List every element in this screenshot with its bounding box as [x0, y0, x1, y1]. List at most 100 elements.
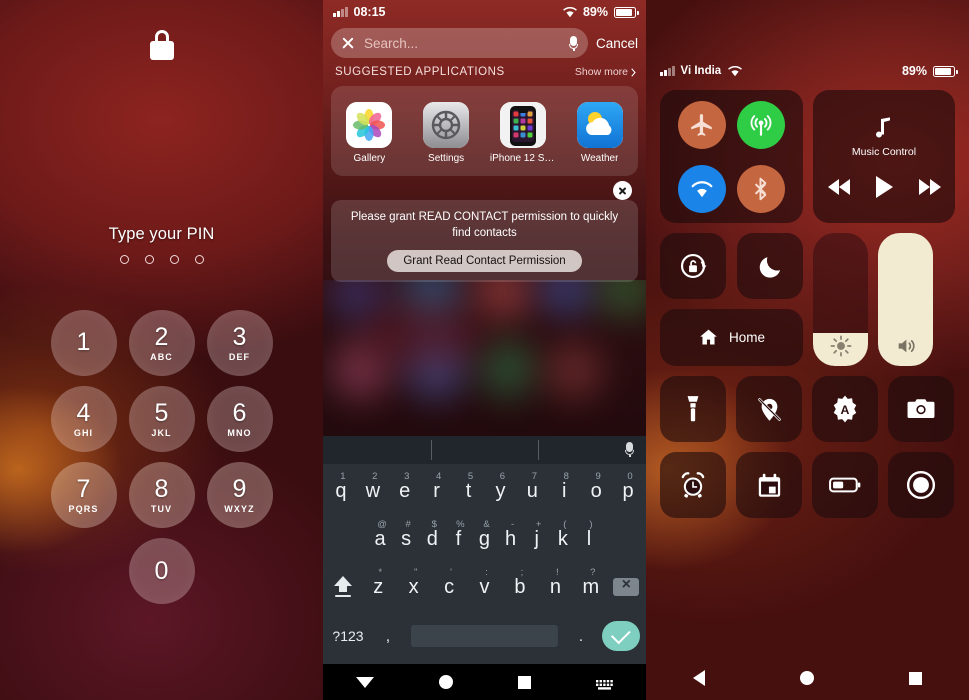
keypad-key-5[interactable]: 5 JKL — [128, 386, 195, 452]
grant-permission-button[interactable]: Grant Read Contact Permission — [387, 250, 582, 273]
calendar-shortcut[interactable] — [736, 452, 802, 518]
keypad-key-1[interactable]: 1 — [50, 310, 117, 376]
pin-keypad[interactable]: 1 2 ABC 3 DEF 4 GHI 5 JKL 6 MNO 7 PQRS 8… — [0, 310, 323, 604]
nav-home-icon[interactable] — [799, 671, 814, 685]
keypad-key-9[interactable]: 9 WXYZ — [206, 462, 273, 528]
app-item-settings[interactable]: Settings — [413, 102, 479, 164]
play-icon[interactable] — [875, 175, 893, 198]
bluetooth-toggle[interactable] — [737, 164, 785, 213]
flashlight-toggle[interactable] — [660, 376, 726, 442]
key-label: b — [514, 576, 526, 598]
key-l[interactable]: ) l — [576, 518, 602, 560]
key-n[interactable]: ! n — [538, 566, 573, 608]
keypad-key-6[interactable]: 6 MNO — [206, 386, 273, 452]
keypad-key-7[interactable]: 7 PQRS — [50, 462, 117, 528]
key-p[interactable]: 0p — [612, 470, 644, 512]
fast-forward-icon[interactable] — [918, 178, 941, 195]
nav-keyboard-icon[interactable] — [596, 677, 614, 690]
key-g[interactable]: & g — [471, 518, 497, 560]
key-j[interactable]: + j — [524, 518, 550, 560]
app-item-weather[interactable]: Weather — [567, 102, 633, 164]
key-x[interactable]: " x — [396, 566, 431, 608]
key-y[interactable]: 6y — [485, 470, 517, 512]
backspace-key[interactable] — [609, 566, 644, 608]
key-k[interactable]: (k — [550, 518, 576, 560]
key-c[interactable]: ' c — [431, 566, 466, 608]
keypad-key-0[interactable]: 0 — [128, 538, 195, 604]
music-control-tile[interactable]: Music Control — [813, 90, 955, 223]
key-sup: 7 — [531, 471, 537, 482]
key-s[interactable]: # s — [393, 518, 419, 560]
key-d[interactable]: $ d — [419, 518, 445, 560]
keypad-key-3[interactable]: 3 DEF — [206, 310, 273, 376]
key-q[interactable]: 1q — [325, 470, 357, 512]
location-toggle[interactable] — [736, 376, 802, 442]
auto-brightness-toggle[interactable]: A — [812, 376, 878, 442]
key-a[interactable]: @ a — [367, 518, 393, 560]
key-r[interactable]: 4r — [421, 470, 453, 512]
enter-key[interactable] — [598, 621, 644, 651]
period-key[interactable]: . — [564, 628, 598, 645]
close-circle-icon[interactable] — [613, 181, 632, 200]
wifi-toggle[interactable] — [678, 164, 726, 213]
suggested-section-header: SUGGESTED APPLICATIONS Show more — [335, 66, 636, 78]
keypad-key-2[interactable]: 2 ABC — [128, 310, 195, 376]
screen-record-button[interactable] — [888, 452, 954, 518]
key-u[interactable]: 7u — [516, 470, 548, 512]
microphone-icon[interactable] — [625, 442, 634, 458]
app-label: Settings — [428, 153, 465, 164]
bluetooth-icon — [754, 177, 767, 200]
nav-recents-icon[interactable] — [908, 671, 922, 685]
keypad-key-8[interactable]: 8 TUV — [128, 462, 195, 528]
key-w[interactable]: 2w — [357, 470, 389, 512]
comma-key[interactable]: , — [371, 628, 405, 645]
key-b[interactable]: ; b — [502, 566, 537, 608]
volume-slider[interactable] — [878, 233, 933, 366]
battery-saver-toggle[interactable] — [812, 452, 878, 518]
key-sup: 1 — [340, 471, 346, 482]
nav-home-icon[interactable] — [438, 675, 453, 689]
search-input[interactable]: Search... — [331, 28, 588, 58]
airplane-mode-toggle[interactable] — [678, 100, 726, 149]
microphone-icon[interactable] — [568, 35, 578, 51]
keyboard-suggestion-strip[interactable] — [323, 436, 646, 464]
keypad-letters: MNO — [227, 427, 252, 438]
space-key[interactable] — [411, 625, 558, 647]
key-label: m — [582, 576, 600, 598]
key-v[interactable]: :v — [467, 566, 502, 608]
shift-key[interactable] — [325, 566, 360, 608]
app-item-iphone12-settings[interactable]: iPhone 12 Setti... — [490, 102, 556, 164]
music-note-icon — [876, 116, 890, 137]
key-h[interactable]: -h — [498, 518, 524, 560]
rewind-icon[interactable] — [827, 178, 850, 195]
keypad-digit: 2 — [154, 322, 169, 351]
key-t[interactable]: 5t — [453, 470, 485, 512]
key-o[interactable]: 9o — [580, 470, 612, 512]
key-sup: ' — [450, 567, 452, 578]
cancel-button[interactable]: Cancel — [596, 36, 638, 51]
key-label: p — [622, 480, 634, 502]
key-label: j — [534, 528, 539, 550]
camera-shortcut[interactable] — [888, 376, 954, 442]
alarm-shortcut[interactable] — [660, 452, 726, 518]
nav-back-icon[interactable] — [693, 670, 706, 686]
key-sup: @ — [377, 519, 387, 530]
keypad-key-4[interactable]: 4 GHI — [50, 386, 117, 452]
pin-dot — [119, 255, 129, 264]
key-i[interactable]: 8i — [548, 470, 580, 512]
key-z[interactable]: * z — [360, 566, 395, 608]
key-f[interactable]: % f — [445, 518, 471, 560]
cellular-data-toggle[interactable] — [737, 100, 785, 149]
show-more-button[interactable]: Show more — [575, 66, 636, 78]
rotation-lock-toggle[interactable] — [660, 233, 726, 299]
nav-back-icon[interactable] — [355, 676, 374, 688]
brightness-slider[interactable] — [813, 233, 868, 366]
key-m[interactable]: ? m — [573, 566, 608, 608]
nav-recents-icon[interactable] — [518, 675, 532, 689]
close-x-icon[interactable] — [341, 36, 355, 50]
numeric-key[interactable]: ?123 — [325, 628, 371, 644]
do-not-disturb-toggle[interactable] — [737, 233, 803, 299]
key-e[interactable]: 3e — [389, 470, 421, 512]
app-item-gallery[interactable]: Gallery — [336, 102, 402, 164]
home-tile[interactable]: Home — [660, 309, 803, 366]
